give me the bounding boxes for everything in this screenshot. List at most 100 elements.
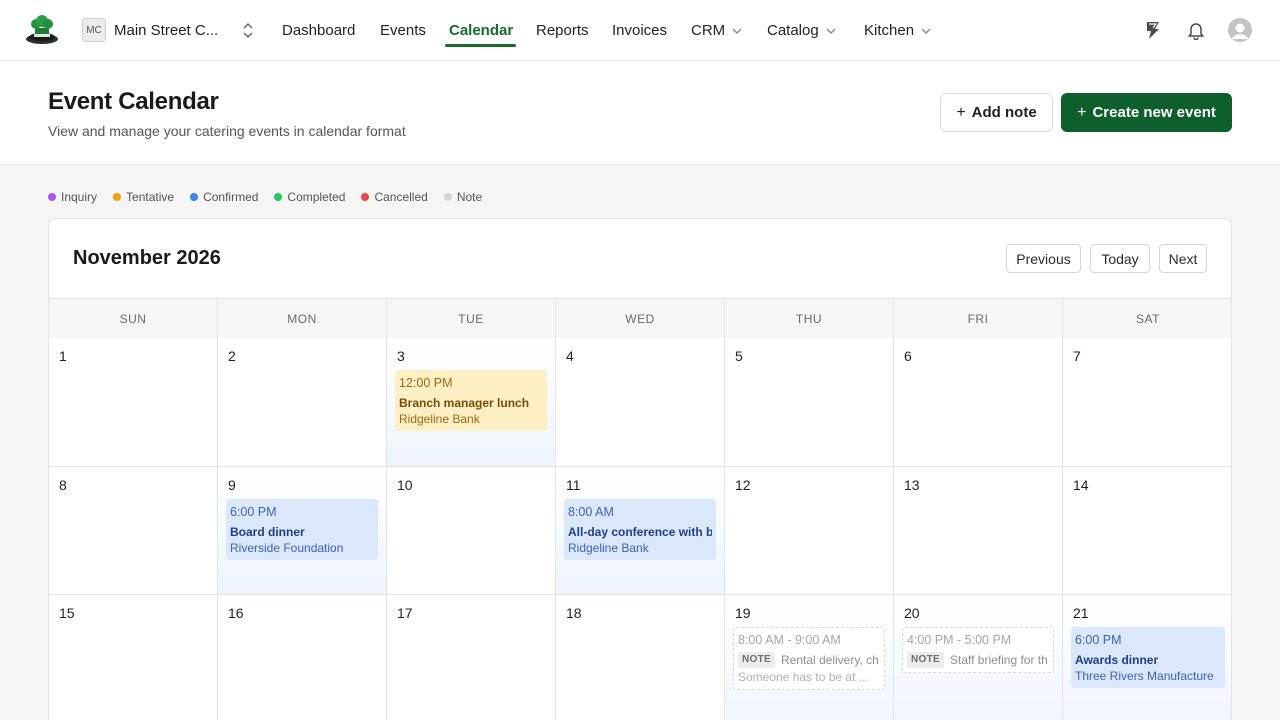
day-cell[interactable]: 18 xyxy=(556,595,725,720)
chef-hat-logo-icon[interactable] xyxy=(24,14,60,46)
day-cell[interactable]: 10 xyxy=(387,467,556,595)
day-number: 10 xyxy=(397,477,413,493)
nav-reports[interactable]: Reports xyxy=(536,22,589,39)
legend-dot xyxy=(274,193,283,201)
create-event-button[interactable]: + Create new event xyxy=(1061,93,1232,132)
day-number: 8 xyxy=(59,477,67,493)
day-number: 19 xyxy=(735,605,751,621)
event-time: 6:00 PM xyxy=(1075,633,1122,647)
day-cell[interactable]: 7 xyxy=(1063,338,1231,467)
day-cell[interactable]: 15 xyxy=(49,595,218,720)
status-legend: Inquiry Tentative Confirmed Completed Cancel… xyxy=(48,190,498,204)
add-note-button[interactable]: + Add note xyxy=(940,93,1053,132)
day-cell[interactable]: 14 xyxy=(1063,467,1231,595)
event-client: Riverside Foundation xyxy=(230,541,344,555)
nav-label: Dashboard xyxy=(282,22,356,39)
day-cell[interactable]: 8 xyxy=(49,467,218,595)
day-number: 20 xyxy=(904,605,920,621)
legend-label: Inquiry xyxy=(61,190,98,204)
weekday-mon: MON xyxy=(218,299,387,339)
bell-icon[interactable] xyxy=(1184,18,1208,42)
legend-label: Tentative xyxy=(126,190,175,204)
next-button[interactable]: Next xyxy=(1159,244,1207,273)
nav-label: CRM xyxy=(691,22,726,39)
note-time: 8:00 AM - 9:00 AM xyxy=(738,633,841,647)
weekday-sun: SUN xyxy=(49,299,218,339)
note-row: NOTE Staff briefing for th xyxy=(907,652,1049,668)
legend-item: Confirmed xyxy=(190,190,258,204)
day-cell[interactable]: 11 8:00 AM All-day conference with b Ridgel… xyxy=(556,467,725,595)
event-card[interactable]: 12:00 PM Branch manager lunch Ridgeline Ba… xyxy=(395,370,547,431)
weekday-fri: FRI xyxy=(894,299,1063,339)
today-button[interactable]: Today xyxy=(1090,244,1150,273)
note-text: Rental delivery, ch xyxy=(780,653,879,667)
day-cell[interactable]: 16 xyxy=(218,595,387,720)
day-cell[interactable]: 1 xyxy=(49,338,218,467)
day-cell[interactable]: 9 6:00 PM Board dinner Riverside Foundation xyxy=(218,467,387,595)
active-tab-indicator xyxy=(445,44,516,47)
month-label: November 2026 xyxy=(73,247,221,269)
legend-label: Confirmed xyxy=(203,190,259,204)
note-tag: NOTE xyxy=(738,652,775,668)
day-number: 17 xyxy=(397,605,413,621)
weekday-header: SUN MON TUE WED THU FRI SAT xyxy=(49,298,1231,339)
day-number: 12 xyxy=(735,477,751,493)
legend-label: Note xyxy=(456,190,483,204)
event-time: 6:00 PM xyxy=(230,505,277,519)
day-cell[interactable]: 13 xyxy=(894,467,1063,595)
day-cell[interactable]: 5 xyxy=(725,338,894,467)
nav-label: Catalog xyxy=(767,22,819,39)
note-card[interactable]: 4:00 PM - 5:00 PM NOTE Staff briefing for … xyxy=(902,627,1054,673)
day-cell[interactable]: 20 4:00 PM - 5:00 PM NOTE Staff briefing fo… xyxy=(894,595,1063,720)
chevron-up-down-icon[interactable] xyxy=(242,22,254,39)
page-header: Event Calendar View and manage your cate… xyxy=(0,61,1280,165)
event-name: Branch manager lunch xyxy=(399,396,530,410)
day-cell[interactable]: 17 xyxy=(387,595,556,720)
page-title: Event Calendar xyxy=(48,88,219,115)
day-cell[interactable]: 12 xyxy=(725,467,894,595)
nav-calendar[interactable]: Calendar xyxy=(449,22,513,39)
previous-button[interactable]: Previous xyxy=(1006,244,1081,273)
plus-icon: + xyxy=(956,103,966,121)
nav-dashboard[interactable]: Dashboard xyxy=(282,22,355,39)
legend-dot xyxy=(361,193,370,201)
chevron-down-icon xyxy=(732,28,742,34)
event-time: 12:00 PM xyxy=(399,376,453,390)
note-time: 4:00 PM - 5:00 PM xyxy=(907,633,1012,647)
note-card[interactable]: 8:00 AM - 9:00 AM NOTE Rental delivery, ch… xyxy=(733,627,885,690)
day-cell[interactable]: 19 8:00 AM - 9:00 AM NOTE Rental delivery, … xyxy=(725,595,894,720)
day-cell[interactable]: 21 6:00 PM Awards dinner Three Rivers Manuf… xyxy=(1063,595,1231,720)
nav-catalog[interactable]: Catalog xyxy=(767,22,836,39)
legend-item: Cancelled xyxy=(361,190,428,204)
day-cell[interactable]: 3 12:00 PM Branch manager lunch Ridgeline B… xyxy=(387,338,556,467)
day-number: 7 xyxy=(1073,348,1081,364)
day-cell[interactable]: 2 xyxy=(218,338,387,467)
org-switcher[interactable]: MC Main Street C... xyxy=(82,18,226,42)
event-card[interactable]: 8:00 AM All-day conference with b Ridgelin… xyxy=(564,499,716,560)
day-number: 21 xyxy=(1073,605,1089,621)
avatar-icon[interactable] xyxy=(1228,18,1252,42)
legend-label: Completed xyxy=(287,190,346,204)
legend-dot xyxy=(48,193,56,201)
day-number: 1 xyxy=(59,348,67,364)
legend-dot xyxy=(113,193,122,201)
day-cell[interactable]: 6 xyxy=(894,338,1063,467)
note-tag: NOTE xyxy=(907,652,944,668)
day-number: 6 xyxy=(904,348,912,364)
nav-kitchen[interactable]: Kitchen xyxy=(864,22,931,39)
event-card[interactable]: 6:00 PM Board dinner Riverside Foundation xyxy=(226,499,378,560)
nav-invoices[interactable]: Invoices xyxy=(612,22,667,39)
day-cell[interactable]: 4 xyxy=(556,338,725,467)
add-note-label: Add note xyxy=(971,104,1037,121)
legend-label: Cancelled xyxy=(374,190,428,204)
legend-item: Inquiry xyxy=(48,190,97,204)
nav-label: Kitchen xyxy=(864,22,915,39)
day-number: 18 xyxy=(566,605,582,621)
feedback-icon[interactable] xyxy=(1141,18,1165,42)
chevron-down-icon xyxy=(921,28,931,34)
nav-label: Reports xyxy=(536,22,589,39)
event-card[interactable]: 6:00 PM Awards dinner Three Rivers Manufac… xyxy=(1071,627,1225,688)
event-client: Ridgeline Bank xyxy=(399,412,480,426)
nav-crm[interactable]: CRM xyxy=(691,22,742,39)
nav-events[interactable]: Events xyxy=(380,22,426,39)
